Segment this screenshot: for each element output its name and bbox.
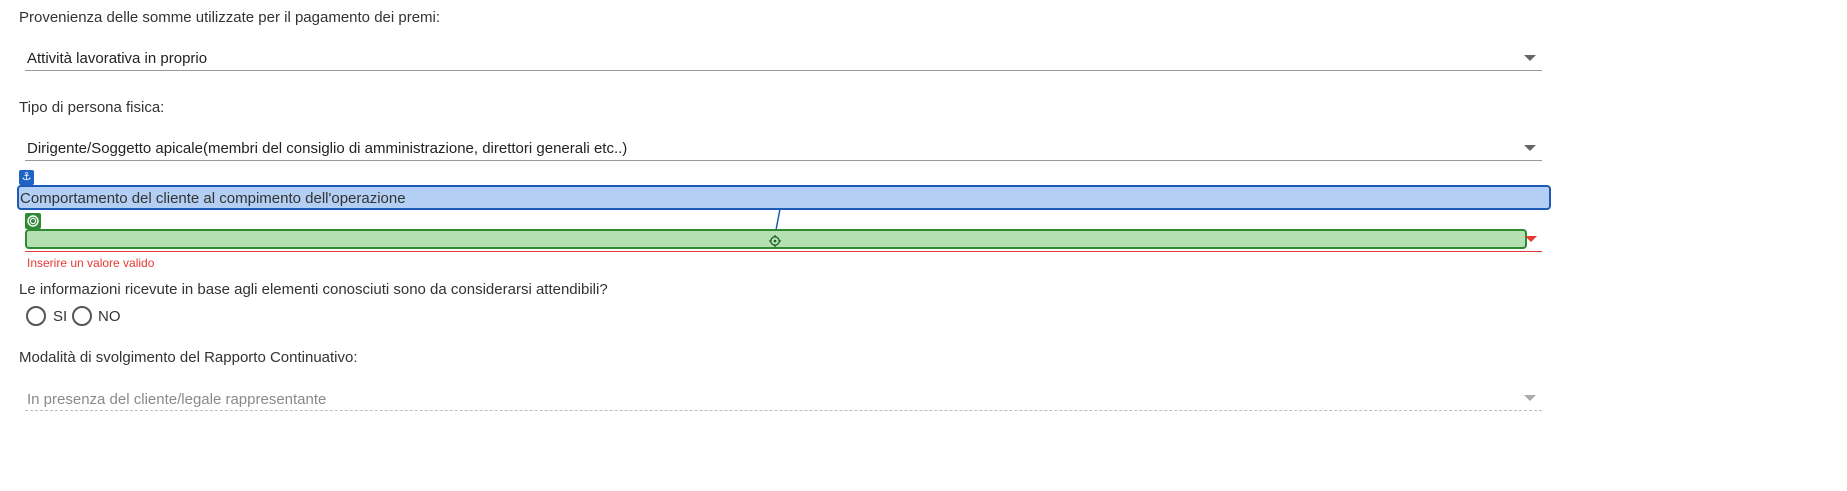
relationship-mode-underline — [25, 410, 1542, 411]
radio-si-label: SI — [53, 308, 68, 325]
reliability-question-label: Le informazioni ricevute in base agli el… — [19, 281, 608, 298]
customer-behavior-error: Inserire un valore valido — [27, 256, 155, 270]
relationship-mode-label: Modalità di svolgimento del Rapporto Con… — [19, 349, 358, 366]
customer-behavior-underline — [25, 251, 1542, 252]
target-icon — [25, 213, 41, 229]
caret-down-icon — [1525, 236, 1537, 242]
radio-no[interactable] — [72, 306, 92, 326]
relationship-mode-value: In presenza del cliente/legale rappresen… — [27, 391, 327, 408]
customer-behavior-select[interactable] — [25, 229, 1527, 249]
radio-no-label: NO — [98, 308, 121, 325]
crosshair-icon — [769, 234, 781, 247]
relationship-mode-select: In presenza del cliente/legale rappresen… — [25, 386, 1542, 412]
radio-si[interactable] — [26, 306, 46, 326]
caret-down-icon — [1524, 395, 1536, 401]
